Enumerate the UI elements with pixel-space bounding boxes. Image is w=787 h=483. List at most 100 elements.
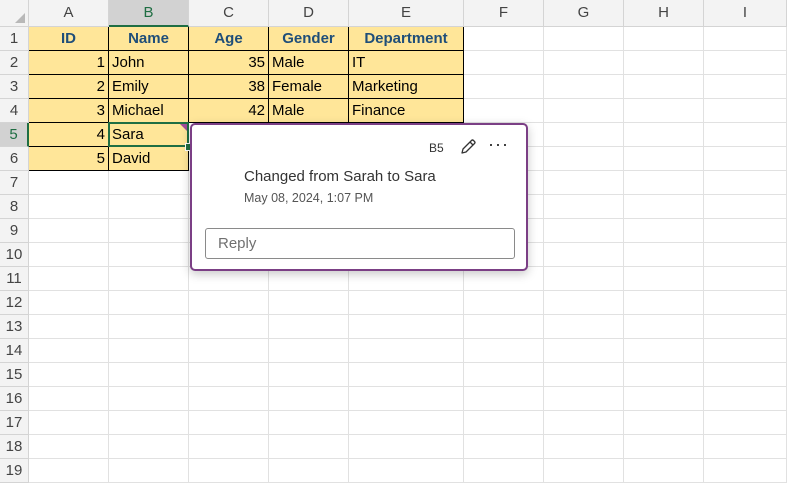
- cell-I17[interactable]: [704, 411, 787, 435]
- cell-A10[interactable]: [29, 243, 109, 267]
- cell-H9[interactable]: [624, 219, 704, 243]
- cell-G4[interactable]: [544, 99, 624, 123]
- cell-A18[interactable]: [29, 435, 109, 459]
- cell-E14[interactable]: [349, 339, 464, 363]
- cell-G19[interactable]: [544, 459, 624, 483]
- cell-D17[interactable]: [269, 411, 349, 435]
- cell-I8[interactable]: [704, 195, 787, 219]
- row-header-5[interactable]: 5: [0, 123, 29, 147]
- cell-A15[interactable]: [29, 363, 109, 387]
- cell-B18[interactable]: [109, 435, 189, 459]
- cell-D14[interactable]: [269, 339, 349, 363]
- cell-A12[interactable]: [29, 291, 109, 315]
- table-cell-B6[interactable]: David: [109, 147, 189, 171]
- row-header-11[interactable]: 11: [0, 267, 29, 291]
- row-header-16[interactable]: 16: [0, 387, 29, 411]
- table-header-id[interactable]: ID: [29, 27, 109, 51]
- table-cell-A5[interactable]: 4: [29, 123, 109, 147]
- table-cell-A4[interactable]: 3: [29, 99, 109, 123]
- cell-A14[interactable]: [29, 339, 109, 363]
- table-header-name[interactable]: Name: [109, 27, 189, 51]
- cell-G12[interactable]: [544, 291, 624, 315]
- cell-I10[interactable]: [704, 243, 787, 267]
- cell-C16[interactable]: [189, 387, 269, 411]
- cell-I4[interactable]: [704, 99, 787, 123]
- cell-H18[interactable]: [624, 435, 704, 459]
- cell-G14[interactable]: [544, 339, 624, 363]
- column-header-G[interactable]: G: [544, 0, 624, 27]
- pencil-icon[interactable]: [458, 137, 478, 157]
- cell-I7[interactable]: [704, 171, 787, 195]
- cell-D15[interactable]: [269, 363, 349, 387]
- row-header-9[interactable]: 9: [0, 219, 29, 243]
- cell-H6[interactable]: [624, 147, 704, 171]
- cell-G16[interactable]: [544, 387, 624, 411]
- row-header-4[interactable]: 4: [0, 99, 29, 123]
- cell-F17[interactable]: [464, 411, 544, 435]
- table-cell-C2[interactable]: 35: [189, 51, 269, 75]
- cell-H7[interactable]: [624, 171, 704, 195]
- row-header-14[interactable]: 14: [0, 339, 29, 363]
- table-cell-E3[interactable]: Marketing: [349, 75, 464, 99]
- cell-G9[interactable]: [544, 219, 624, 243]
- row-header-3[interactable]: 3: [0, 75, 29, 99]
- cell-F15[interactable]: [464, 363, 544, 387]
- column-header-F[interactable]: F: [464, 0, 544, 27]
- cell-F2[interactable]: [464, 51, 544, 75]
- cell-A16[interactable]: [29, 387, 109, 411]
- table-header-gender[interactable]: Gender: [269, 27, 349, 51]
- cell-I1[interactable]: [704, 27, 787, 51]
- column-header-B[interactable]: B: [109, 0, 189, 27]
- column-header-C[interactable]: C: [189, 0, 269, 27]
- row-header-8[interactable]: 8: [0, 195, 29, 219]
- cell-H4[interactable]: [624, 99, 704, 123]
- cell-F1[interactable]: [464, 27, 544, 51]
- table-header-age[interactable]: Age: [189, 27, 269, 51]
- cell-H10[interactable]: [624, 243, 704, 267]
- table-cell-C3[interactable]: 38: [189, 75, 269, 99]
- cell-B13[interactable]: [109, 315, 189, 339]
- cell-C13[interactable]: [189, 315, 269, 339]
- cell-F16[interactable]: [464, 387, 544, 411]
- row-header-1[interactable]: 1: [0, 27, 29, 51]
- cell-B17[interactable]: [109, 411, 189, 435]
- table-cell-A2[interactable]: 1: [29, 51, 109, 75]
- cell-I18[interactable]: [704, 435, 787, 459]
- cell-G1[interactable]: [544, 27, 624, 51]
- cell-B16[interactable]: [109, 387, 189, 411]
- cell-H13[interactable]: [624, 315, 704, 339]
- cell-C17[interactable]: [189, 411, 269, 435]
- row-header-12[interactable]: 12: [0, 291, 29, 315]
- cell-G18[interactable]: [544, 435, 624, 459]
- more-options-icon[interactable]: ···: [488, 135, 509, 153]
- cell-C12[interactable]: [189, 291, 269, 315]
- cell-H3[interactable]: [624, 75, 704, 99]
- cell-F18[interactable]: [464, 435, 544, 459]
- cell-I11[interactable]: [704, 267, 787, 291]
- cell-E18[interactable]: [349, 435, 464, 459]
- cell-G17[interactable]: [544, 411, 624, 435]
- cell-I3[interactable]: [704, 75, 787, 99]
- cell-G3[interactable]: [544, 75, 624, 99]
- cell-I2[interactable]: [704, 51, 787, 75]
- table-cell-E2[interactable]: IT: [349, 51, 464, 75]
- column-header-I[interactable]: I: [704, 0, 787, 27]
- row-header-17[interactable]: 17: [0, 411, 29, 435]
- cell-F12[interactable]: [464, 291, 544, 315]
- cell-B12[interactable]: [109, 291, 189, 315]
- reply-input[interactable]: [205, 228, 515, 259]
- table-cell-D2[interactable]: Male: [269, 51, 349, 75]
- cell-H16[interactable]: [624, 387, 704, 411]
- cell-G13[interactable]: [544, 315, 624, 339]
- cell-G15[interactable]: [544, 363, 624, 387]
- cell-E16[interactable]: [349, 387, 464, 411]
- column-header-D[interactable]: D: [269, 0, 349, 27]
- table-cell-A3[interactable]: 2: [29, 75, 109, 99]
- row-header-10[interactable]: 10: [0, 243, 29, 267]
- cell-C15[interactable]: [189, 363, 269, 387]
- cell-E12[interactable]: [349, 291, 464, 315]
- cell-A17[interactable]: [29, 411, 109, 435]
- cell-B19[interactable]: [109, 459, 189, 483]
- cell-F13[interactable]: [464, 315, 544, 339]
- cell-B7[interactable]: [109, 171, 189, 195]
